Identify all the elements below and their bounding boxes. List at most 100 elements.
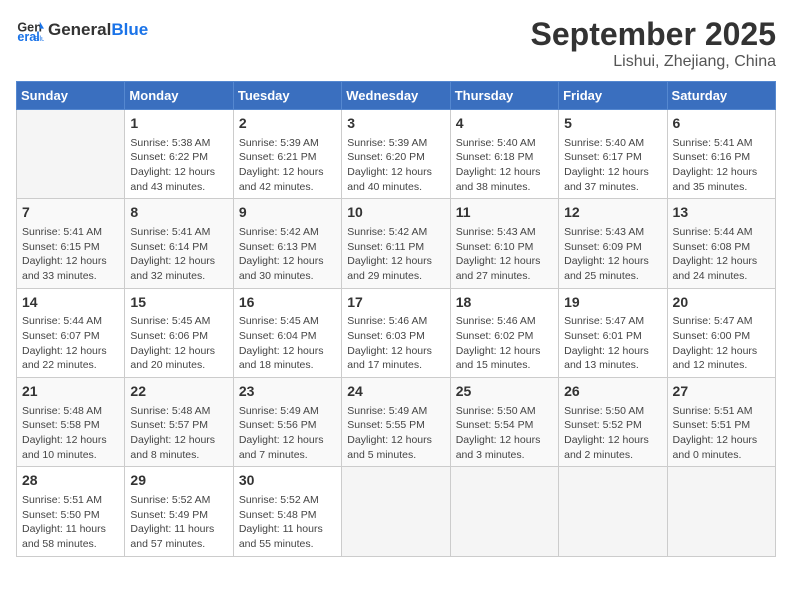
day-info: Sunrise: 5:39 AMSunset: 6:20 PMDaylight:…	[347, 136, 444, 195]
day-info: Sunrise: 5:41 AMSunset: 6:14 PMDaylight:…	[130, 225, 227, 284]
header-wednesday: Wednesday	[342, 82, 450, 110]
day-number: 25	[456, 382, 553, 402]
logo: Gen eral Blue GeneralBlue	[16, 16, 148, 44]
calendar-cell: 26Sunrise: 5:50 AMSunset: 5:52 PMDayligh…	[559, 378, 667, 467]
day-number: 20	[673, 293, 770, 313]
calendar-cell: 19Sunrise: 5:47 AMSunset: 6:01 PMDayligh…	[559, 288, 667, 377]
day-number: 15	[130, 293, 227, 313]
calendar-cell: 21Sunrise: 5:48 AMSunset: 5:58 PMDayligh…	[17, 378, 125, 467]
day-info: Sunrise: 5:47 AMSunset: 6:00 PMDaylight:…	[673, 314, 770, 373]
svg-text:Blue: Blue	[34, 34, 44, 43]
day-info: Sunrise: 5:41 AMSunset: 6:16 PMDaylight:…	[673, 136, 770, 195]
calendar-cell: 22Sunrise: 5:48 AMSunset: 5:57 PMDayligh…	[125, 378, 233, 467]
calendar-week-3: 14Sunrise: 5:44 AMSunset: 6:07 PMDayligh…	[17, 288, 776, 377]
day-info: Sunrise: 5:47 AMSunset: 6:01 PMDaylight:…	[564, 314, 661, 373]
day-number: 6	[673, 114, 770, 134]
day-number: 8	[130, 203, 227, 223]
day-number: 4	[456, 114, 553, 134]
header-friday: Friday	[559, 82, 667, 110]
day-number: 12	[564, 203, 661, 223]
header-sunday: Sunday	[17, 82, 125, 110]
header-tuesday: Tuesday	[233, 82, 341, 110]
logo-text-general: General	[48, 20, 111, 39]
day-number: 22	[130, 382, 227, 402]
calendar-cell: 23Sunrise: 5:49 AMSunset: 5:56 PMDayligh…	[233, 378, 341, 467]
calendar-cell: 15Sunrise: 5:45 AMSunset: 6:06 PMDayligh…	[125, 288, 233, 377]
day-info: Sunrise: 5:48 AMSunset: 5:57 PMDaylight:…	[130, 404, 227, 463]
day-number: 11	[456, 203, 553, 223]
location-title: Lishui, Zhejiang, China	[531, 53, 776, 71]
day-number: 30	[239, 471, 336, 491]
day-info: Sunrise: 5:38 AMSunset: 6:22 PMDaylight:…	[130, 136, 227, 195]
day-number: 18	[456, 293, 553, 313]
day-number: 1	[130, 114, 227, 134]
day-info: Sunrise: 5:43 AMSunset: 6:10 PMDaylight:…	[456, 225, 553, 284]
day-info: Sunrise: 5:50 AMSunset: 5:52 PMDaylight:…	[564, 404, 661, 463]
day-number: 10	[347, 203, 444, 223]
calendar-cell	[17, 110, 125, 199]
day-info: Sunrise: 5:42 AMSunset: 6:13 PMDaylight:…	[239, 225, 336, 284]
calendar-cell: 13Sunrise: 5:44 AMSunset: 6:08 PMDayligh…	[667, 199, 775, 288]
day-number: 26	[564, 382, 661, 402]
calendar-cell: 16Sunrise: 5:45 AMSunset: 6:04 PMDayligh…	[233, 288, 341, 377]
day-number: 29	[130, 471, 227, 491]
day-number: 23	[239, 382, 336, 402]
day-info: Sunrise: 5:45 AMSunset: 6:06 PMDaylight:…	[130, 314, 227, 373]
day-info: Sunrise: 5:52 AMSunset: 5:49 PMDaylight:…	[130, 493, 227, 552]
logo-text-blue: Blue	[111, 20, 148, 39]
calendar-cell: 18Sunrise: 5:46 AMSunset: 6:02 PMDayligh…	[450, 288, 558, 377]
day-info: Sunrise: 5:52 AMSunset: 5:48 PMDaylight:…	[239, 493, 336, 552]
day-number: 9	[239, 203, 336, 223]
header-monday: Monday	[125, 82, 233, 110]
calendar-week-2: 7Sunrise: 5:41 AMSunset: 6:15 PMDaylight…	[17, 199, 776, 288]
calendar-header-row: SundayMondayTuesdayWednesdayThursdayFrid…	[17, 82, 776, 110]
calendar-cell: 5Sunrise: 5:40 AMSunset: 6:17 PMDaylight…	[559, 110, 667, 199]
calendar-cell	[342, 467, 450, 556]
day-number: 24	[347, 382, 444, 402]
calendar-cell: 12Sunrise: 5:43 AMSunset: 6:09 PMDayligh…	[559, 199, 667, 288]
calendar-cell: 25Sunrise: 5:50 AMSunset: 5:54 PMDayligh…	[450, 378, 558, 467]
day-number: 21	[22, 382, 119, 402]
calendar-cell: 24Sunrise: 5:49 AMSunset: 5:55 PMDayligh…	[342, 378, 450, 467]
calendar-cell: 2Sunrise: 5:39 AMSunset: 6:21 PMDaylight…	[233, 110, 341, 199]
calendar-cell: 11Sunrise: 5:43 AMSunset: 6:10 PMDayligh…	[450, 199, 558, 288]
day-info: Sunrise: 5:44 AMSunset: 6:07 PMDaylight:…	[22, 314, 119, 373]
day-number: 3	[347, 114, 444, 134]
calendar-cell: 10Sunrise: 5:42 AMSunset: 6:11 PMDayligh…	[342, 199, 450, 288]
day-number: 19	[564, 293, 661, 313]
calendar-cell: 4Sunrise: 5:40 AMSunset: 6:18 PMDaylight…	[450, 110, 558, 199]
calendar-week-5: 28Sunrise: 5:51 AMSunset: 5:50 PMDayligh…	[17, 467, 776, 556]
day-number: 28	[22, 471, 119, 491]
day-number: 2	[239, 114, 336, 134]
day-info: Sunrise: 5:42 AMSunset: 6:11 PMDaylight:…	[347, 225, 444, 284]
logo-icon: Gen eral Blue	[16, 16, 44, 44]
calendar-week-1: 1Sunrise: 5:38 AMSunset: 6:22 PMDaylight…	[17, 110, 776, 199]
day-info: Sunrise: 5:45 AMSunset: 6:04 PMDaylight:…	[239, 314, 336, 373]
calendar-cell: 3Sunrise: 5:39 AMSunset: 6:20 PMDaylight…	[342, 110, 450, 199]
calendar-cell	[559, 467, 667, 556]
header-thursday: Thursday	[450, 82, 558, 110]
day-number: 27	[673, 382, 770, 402]
day-number: 7	[22, 203, 119, 223]
day-info: Sunrise: 5:39 AMSunset: 6:21 PMDaylight:…	[239, 136, 336, 195]
day-number: 16	[239, 293, 336, 313]
calendar-cell: 30Sunrise: 5:52 AMSunset: 5:48 PMDayligh…	[233, 467, 341, 556]
calendar-cell: 20Sunrise: 5:47 AMSunset: 6:00 PMDayligh…	[667, 288, 775, 377]
calendar-cell	[667, 467, 775, 556]
header: Gen eral Blue GeneralBlue September 2025…	[16, 16, 776, 71]
day-info: Sunrise: 5:48 AMSunset: 5:58 PMDaylight:…	[22, 404, 119, 463]
day-info: Sunrise: 5:44 AMSunset: 6:08 PMDaylight:…	[673, 225, 770, 284]
month-title: September 2025	[531, 16, 776, 53]
day-number: 5	[564, 114, 661, 134]
day-number: 13	[673, 203, 770, 223]
day-info: Sunrise: 5:46 AMSunset: 6:03 PMDaylight:…	[347, 314, 444, 373]
day-number: 14	[22, 293, 119, 313]
day-info: Sunrise: 5:49 AMSunset: 5:56 PMDaylight:…	[239, 404, 336, 463]
day-info: Sunrise: 5:40 AMSunset: 6:17 PMDaylight:…	[564, 136, 661, 195]
calendar-cell: 29Sunrise: 5:52 AMSunset: 5:49 PMDayligh…	[125, 467, 233, 556]
calendar-cell: 17Sunrise: 5:46 AMSunset: 6:03 PMDayligh…	[342, 288, 450, 377]
day-info: Sunrise: 5:43 AMSunset: 6:09 PMDaylight:…	[564, 225, 661, 284]
calendar-cell: 9Sunrise: 5:42 AMSunset: 6:13 PMDaylight…	[233, 199, 341, 288]
day-info: Sunrise: 5:49 AMSunset: 5:55 PMDaylight:…	[347, 404, 444, 463]
calendar-cell: 6Sunrise: 5:41 AMSunset: 6:16 PMDaylight…	[667, 110, 775, 199]
